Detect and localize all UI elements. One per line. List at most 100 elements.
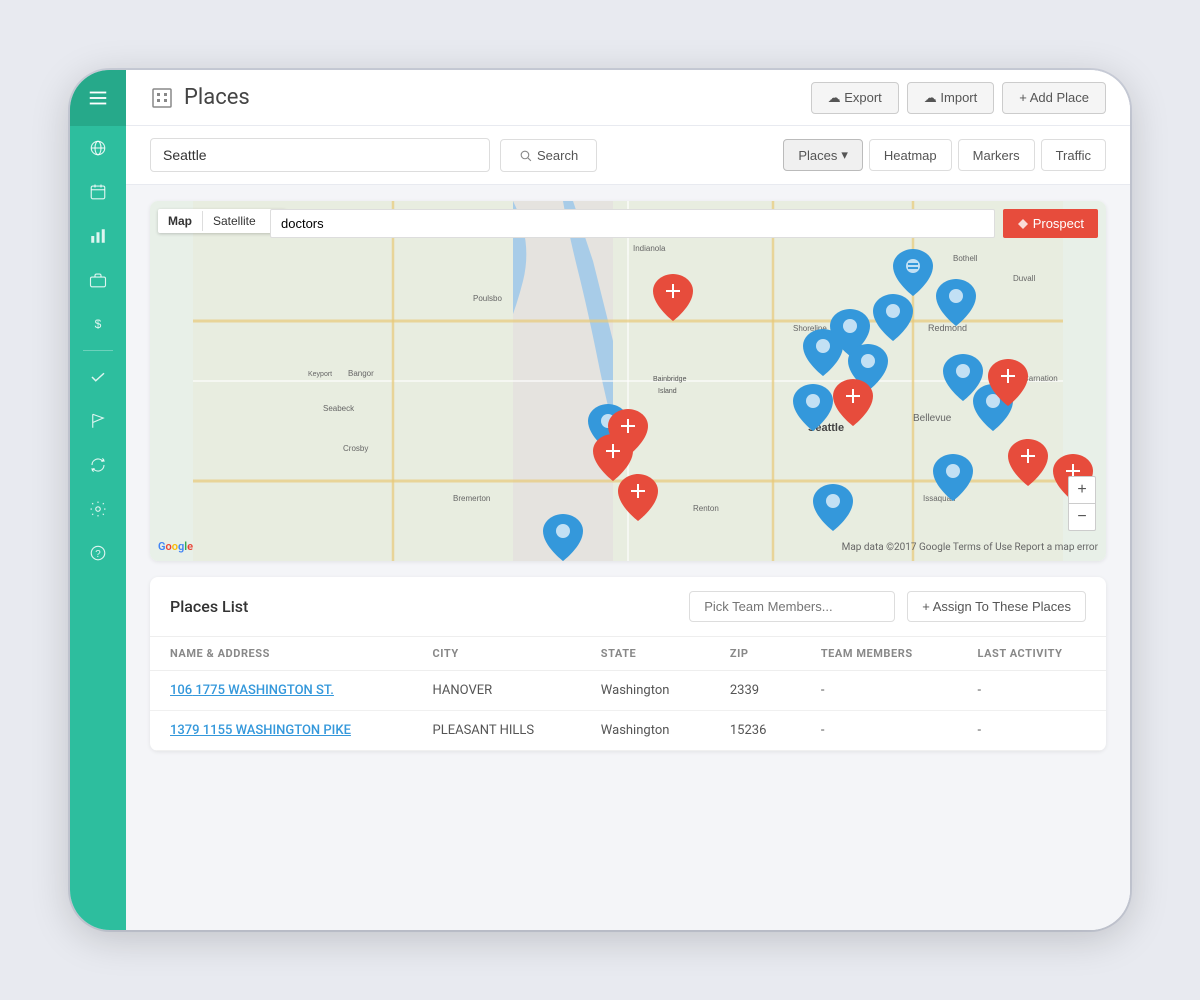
header-title-group: Places bbox=[150, 85, 811, 110]
place-team-members: - bbox=[801, 671, 958, 711]
col-zip: ZIP bbox=[710, 637, 801, 671]
place-last-activity: - bbox=[957, 671, 1106, 711]
header: Places ☁ Export ☁ Import + Add Place bbox=[126, 70, 1130, 126]
map-credit: Map data ©2017 Google Terms of Use Repor… bbox=[842, 542, 1098, 553]
map-zoom-controls: + − bbox=[1068, 476, 1096, 531]
flag-icon bbox=[89, 412, 107, 430]
svg-text:Keyport: Keyport bbox=[308, 371, 332, 378]
svg-text:Indianola: Indianola bbox=[633, 244, 666, 253]
svg-text:Poulsbo: Poulsbo bbox=[473, 294, 502, 303]
svg-text:Carnation: Carnation bbox=[1023, 374, 1058, 383]
places-dropdown-button[interactable]: Places ▾ bbox=[783, 139, 863, 171]
svg-text:Bremerton: Bremerton bbox=[453, 494, 490, 503]
sidebar: $ ? bbox=[70, 70, 126, 930]
zoom-out-button[interactable]: − bbox=[1069, 504, 1095, 530]
place-name-address[interactable]: 106 1775 WASHINGTON ST. bbox=[150, 671, 413, 711]
location-search-input[interactable] bbox=[150, 138, 490, 172]
import-button[interactable]: ☁ Import bbox=[907, 82, 994, 114]
assign-button[interactable]: + Assign To These Places bbox=[907, 591, 1086, 622]
sidebar-item-settings[interactable] bbox=[70, 487, 126, 531]
zoom-in-button[interactable]: + bbox=[1069, 477, 1095, 503]
diamond-icon bbox=[1017, 218, 1029, 230]
svg-text:Island: Island bbox=[658, 388, 677, 395]
sidebar-item-refresh[interactable] bbox=[70, 443, 126, 487]
col-city: City bbox=[413, 637, 581, 671]
search-button[interactable]: Search bbox=[500, 139, 597, 172]
map-inner[interactable]: Seattle Bellevue Redmond Indianola Suqua… bbox=[150, 201, 1106, 561]
place-zip: 15236 bbox=[710, 711, 801, 751]
calendar-icon bbox=[89, 183, 107, 201]
heatmap-button[interactable]: Heatmap bbox=[869, 139, 952, 171]
map-container: Seattle Bellevue Redmond Indianola Suqua… bbox=[150, 201, 1106, 561]
places-list-title: Places List bbox=[170, 597, 689, 616]
svg-text:$: $ bbox=[95, 317, 102, 331]
markers-button[interactable]: Markers bbox=[958, 139, 1035, 171]
map-svg: Seattle Bellevue Redmond Indianola Suqua… bbox=[150, 201, 1106, 561]
col-name-address: Name & Address bbox=[150, 637, 413, 671]
main-content: Places ☁ Export ☁ Import + Add Place Sea… bbox=[126, 70, 1130, 930]
briefcase-icon bbox=[89, 271, 107, 289]
table-row: 1379 1155 WASHINGTON PIKE PLEASANT HILLS… bbox=[150, 711, 1106, 751]
content-area: Seattle Bellevue Redmond Indianola Suqua… bbox=[126, 185, 1130, 930]
map-tab-satellite[interactable]: Satellite bbox=[203, 209, 266, 233]
col-last-activity: Last Activity bbox=[957, 637, 1106, 671]
export-button[interactable]: ☁ Export bbox=[811, 82, 899, 114]
places-list-header: Places List + Assign To These Places bbox=[150, 577, 1106, 637]
sidebar-item-dollar[interactable]: $ bbox=[70, 302, 126, 346]
svg-text:Bothell: Bothell bbox=[953, 254, 978, 263]
help-icon: ? bbox=[89, 544, 107, 562]
sidebar-item-check[interactable] bbox=[70, 355, 126, 399]
search-icon bbox=[519, 149, 532, 162]
svg-text:Duvall: Duvall bbox=[1013, 274, 1035, 283]
place-last-activity: - bbox=[957, 711, 1106, 751]
svg-text:Bellevue: Bellevue bbox=[913, 413, 952, 424]
svg-text:Crosby: Crosby bbox=[343, 444, 368, 453]
search-bar: Search Places ▾ Heatmap Markers Traffic bbox=[126, 126, 1130, 185]
map-tab-map[interactable]: Map bbox=[158, 209, 202, 233]
google-logo: Google bbox=[158, 540, 193, 553]
settings-icon bbox=[89, 500, 107, 518]
map-search-input[interactable] bbox=[270, 209, 995, 238]
map-search-area: Prospect bbox=[270, 209, 1098, 238]
col-team-members: Team Members bbox=[801, 637, 958, 671]
sidebar-item-help[interactable]: ? bbox=[70, 531, 126, 575]
places-list-section: Places List + Assign To These Places Nam… bbox=[150, 577, 1106, 751]
svg-text:Bainbridge: Bainbridge bbox=[653, 376, 687, 383]
traffic-button[interactable]: Traffic bbox=[1041, 139, 1106, 171]
svg-text:Redmond: Redmond bbox=[928, 323, 967, 333]
sidebar-item-globe[interactable] bbox=[70, 126, 126, 170]
svg-text:?: ? bbox=[95, 549, 101, 560]
place-city: PLEASANT HILLS bbox=[413, 711, 581, 751]
chart-icon bbox=[89, 227, 107, 245]
globe-icon bbox=[89, 139, 107, 157]
team-members-input[interactable] bbox=[689, 591, 895, 622]
prospect-button[interactable]: Prospect bbox=[1003, 209, 1098, 238]
sidebar-item-calendar[interactable] bbox=[70, 170, 126, 214]
place-city: HANOVER bbox=[413, 671, 581, 711]
menu-icon bbox=[87, 87, 109, 109]
table-row: 106 1775 WASHINGTON ST. HANOVER Washingt… bbox=[150, 671, 1106, 711]
sidebar-logo[interactable] bbox=[70, 70, 126, 126]
building-icon bbox=[150, 86, 174, 110]
place-state: Washington bbox=[581, 711, 710, 751]
location-search-wrap bbox=[150, 138, 490, 172]
sidebar-item-chart[interactable] bbox=[70, 214, 126, 258]
sidebar-item-flag[interactable] bbox=[70, 399, 126, 443]
svg-text:Renton: Renton bbox=[693, 504, 719, 513]
place-zip: 2339 bbox=[710, 671, 801, 711]
header-actions: ☁ Export ☁ Import + Add Place bbox=[811, 82, 1106, 114]
places-table: Name & Address City State ZIP Team Membe… bbox=[150, 637, 1106, 751]
map-toolbar: Map Satellite ‹ bbox=[158, 209, 286, 233]
place-name-address[interactable]: 1379 1155 WASHINGTON PIKE bbox=[150, 711, 413, 751]
col-state: State bbox=[581, 637, 710, 671]
map-controls: Places ▾ Heatmap Markers Traffic bbox=[783, 139, 1106, 171]
place-team-members: - bbox=[801, 711, 958, 751]
svg-text:Bangor: Bangor bbox=[348, 369, 374, 378]
place-state: Washington bbox=[581, 671, 710, 711]
svg-text:Seabeck: Seabeck bbox=[323, 404, 355, 413]
dollar-icon: $ bbox=[89, 315, 107, 333]
add-place-button[interactable]: + Add Place bbox=[1002, 82, 1106, 114]
sidebar-item-briefcase[interactable] bbox=[70, 258, 126, 302]
refresh-icon bbox=[89, 456, 107, 474]
check-icon bbox=[89, 368, 107, 386]
